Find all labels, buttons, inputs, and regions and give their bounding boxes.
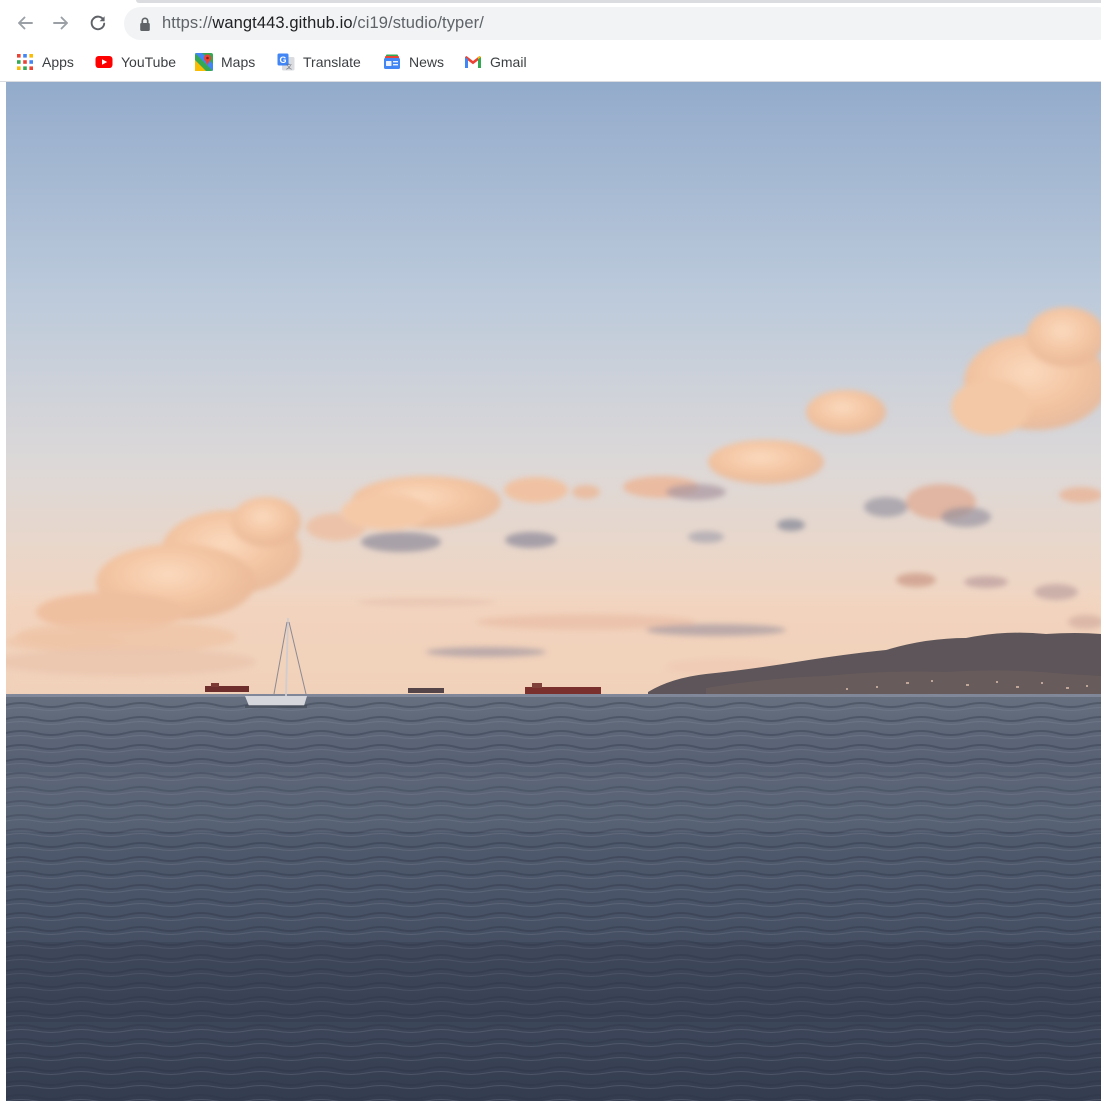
bookmark-gmail[interactable]: Gmail: [464, 50, 527, 74]
bookmark-label: Translate: [303, 54, 361, 70]
sea-sunset-image: [6, 82, 1101, 1101]
url-text: https://wangt443.github.io/ci19/studio/t…: [162, 14, 484, 33]
url-host: wangt443.github.io: [212, 14, 353, 32]
maps-icon: [195, 53, 213, 71]
browser-toolbar: https://wangt443.github.io/ci19/studio/t…: [0, 0, 1101, 44]
gmail-icon: [465, 56, 481, 68]
lock-icon: [140, 17, 150, 31]
bookmark-label: Gmail: [490, 54, 527, 70]
bookmark-translate[interactable]: G 文 Translate: [277, 50, 361, 74]
arrow-right-icon: [53, 16, 68, 30]
bookmark-maps[interactable]: Maps: [195, 50, 255, 74]
tab-strip-edge: [136, 0, 1101, 3]
svg-text:文: 文: [286, 63, 292, 71]
page-content: [0, 82, 1101, 1101]
translate-icon: G 文: [277, 53, 295, 71]
news-icon: [384, 54, 400, 69]
youtube-icon: [95, 56, 113, 68]
bookmark-apps[interactable]: Apps: [16, 50, 74, 74]
url-path: /ci19/studio/typer/: [352, 14, 484, 32]
bookmark-news[interactable]: News: [383, 50, 444, 74]
forward-button[interactable]: [47, 9, 75, 37]
reload-icon: [90, 15, 106, 31]
bookmark-label: Apps: [42, 54, 74, 70]
back-button[interactable]: [11, 9, 39, 37]
reload-button[interactable]: [84, 9, 112, 37]
bookmark-label: News: [409, 54, 445, 70]
background-video[interactable]: [6, 82, 1101, 1101]
bookmark-label: Maps: [221, 54, 256, 70]
bookmark-label: YouTube: [121, 54, 177, 70]
url-scheme: https://: [162, 14, 213, 32]
bookmark-youtube[interactable]: YouTube: [95, 50, 176, 74]
arrow-left-icon: [18, 16, 33, 30]
bookmarks-bar: Apps YouTube Maps G 文 Translate News Gma…: [0, 44, 1101, 82]
apps-grid-icon: [17, 54, 33, 70]
address-bar[interactable]: https://wangt443.github.io/ci19/studio/t…: [124, 7, 1101, 40]
